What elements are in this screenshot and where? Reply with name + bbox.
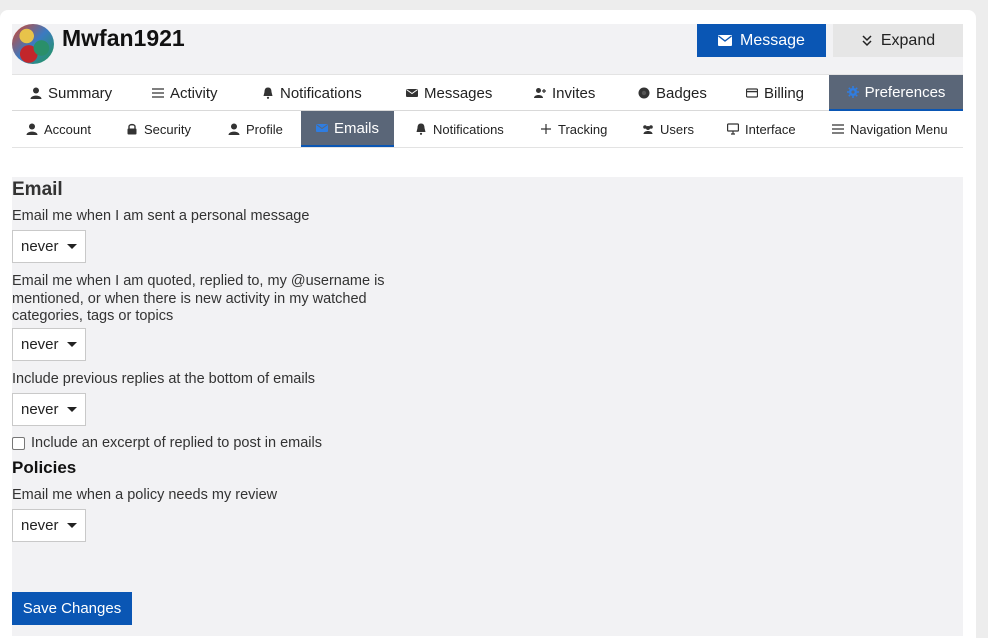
message-button-label: Message xyxy=(740,31,805,49)
mention-email-select[interactable]: never xyxy=(12,328,86,361)
primary-nav: Summary Activity Notifications Messages … xyxy=(12,74,963,111)
envelope-icon xyxy=(406,89,418,97)
excerpt-checkbox[interactable] xyxy=(12,436,25,450)
pm-email-label: Email me when I am sent a personal messa… xyxy=(12,208,310,224)
select-value: never xyxy=(21,238,59,255)
subtab-label: Users xyxy=(660,121,694,137)
email-section-title: Email xyxy=(12,179,63,200)
tab-label: Invites xyxy=(552,84,596,102)
subtab-label: Account xyxy=(44,121,91,137)
tab-invites[interactable]: Invites xyxy=(534,75,595,111)
subtab-interface[interactable]: Interface xyxy=(727,111,796,147)
subtab-label: Tracking xyxy=(558,121,608,137)
subtab-navigation-menu[interactable]: Navigation Menu xyxy=(832,111,948,147)
desktop-icon xyxy=(727,123,739,135)
expand-button[interactable]: Expand xyxy=(833,24,963,57)
pm-email-select[interactable]: never xyxy=(12,230,86,263)
user-plus-icon xyxy=(534,88,546,98)
tab-label: Preferences xyxy=(864,83,946,101)
tab-summary[interactable]: Summary xyxy=(30,75,112,111)
previous-replies-select[interactable]: never xyxy=(12,393,86,426)
tab-label: Messages xyxy=(424,84,493,102)
mention-email-label: Email me when I am quoted, replied to, m… xyxy=(12,273,385,324)
tab-badges[interactable]: Badges xyxy=(638,75,707,111)
select-value: never xyxy=(21,401,59,418)
user-icon xyxy=(228,123,240,135)
select-value: never xyxy=(21,517,59,534)
user-icon xyxy=(30,87,42,99)
caret-down-icon xyxy=(66,342,77,347)
users-icon xyxy=(643,125,653,134)
credit-card-icon xyxy=(746,88,758,98)
excerpt-checkbox-row[interactable]: Include an excerpt of replied to post in… xyxy=(12,435,322,451)
page-scrollbar-track xyxy=(978,0,988,638)
tab-label: Activity xyxy=(170,84,218,102)
menu-icon xyxy=(832,124,844,134)
secondary-nav: Account Security Profile Emails Notifica… xyxy=(12,111,963,148)
policy-review-label: Email me when a policy needs my review xyxy=(12,487,278,503)
badge-icon xyxy=(638,87,650,99)
excerpt-checkbox-label: Include an excerpt of replied to post in… xyxy=(31,435,322,451)
subtab-emails[interactable]: Emails xyxy=(301,111,394,147)
subtab-notifications[interactable]: Notifications xyxy=(415,111,504,147)
list-icon xyxy=(152,88,164,98)
bell-icon xyxy=(263,87,273,99)
policy-review-select[interactable]: never xyxy=(12,509,86,542)
caret-down-icon xyxy=(66,523,77,528)
tab-label: Billing xyxy=(764,84,805,102)
bell-icon xyxy=(416,123,426,135)
expand-button-label: Expand xyxy=(880,31,936,49)
previous-replies-label: Include previous replies at the bottom o… xyxy=(12,371,316,387)
subtab-profile[interactable]: Profile xyxy=(228,111,283,147)
save-changes-button[interactable]: Save Changes xyxy=(12,592,132,625)
user-icon xyxy=(26,123,38,135)
subtab-account[interactable]: Account xyxy=(26,111,91,147)
subtab-users[interactable]: Users xyxy=(642,111,694,147)
subtab-tracking[interactable]: Tracking xyxy=(540,111,607,147)
envelope-icon xyxy=(718,35,733,46)
subtab-label: Security xyxy=(144,121,191,137)
username: Mwfan1921 xyxy=(62,25,185,51)
avatar[interactable] xyxy=(12,24,54,64)
caret-down-icon xyxy=(66,244,77,249)
subtab-label: Navigation Menu xyxy=(850,121,948,137)
subtab-label: Interface xyxy=(745,121,796,137)
plus-icon xyxy=(541,124,551,134)
message-button[interactable]: Message xyxy=(697,24,826,57)
tab-messages[interactable]: Messages xyxy=(406,75,492,111)
tab-label: Summary xyxy=(48,84,113,102)
tab-label: Badges xyxy=(656,84,707,102)
gear-icon xyxy=(846,86,859,98)
lock-icon xyxy=(127,123,137,135)
chevron-double-down-icon xyxy=(862,34,872,46)
subtab-label: Emails xyxy=(333,119,379,137)
tab-notifications[interactable]: Notifications xyxy=(262,75,362,111)
subtab-label: Notifications xyxy=(433,121,504,137)
subtab-label: Profile xyxy=(246,121,283,137)
tab-activity[interactable]: Activity xyxy=(152,75,218,111)
tab-label: Notifications xyxy=(280,84,362,102)
envelope-icon xyxy=(315,124,328,132)
tab-billing[interactable]: Billing xyxy=(746,75,804,111)
emails-preferences-form: Email Email me when I am sent a personal… xyxy=(12,177,963,636)
subtab-security[interactable]: Security xyxy=(126,111,191,147)
caret-down-icon xyxy=(66,407,77,412)
select-value: never xyxy=(21,336,59,353)
policies-section-title: Policies xyxy=(12,458,77,477)
tab-preferences[interactable]: Preferences xyxy=(829,75,963,111)
